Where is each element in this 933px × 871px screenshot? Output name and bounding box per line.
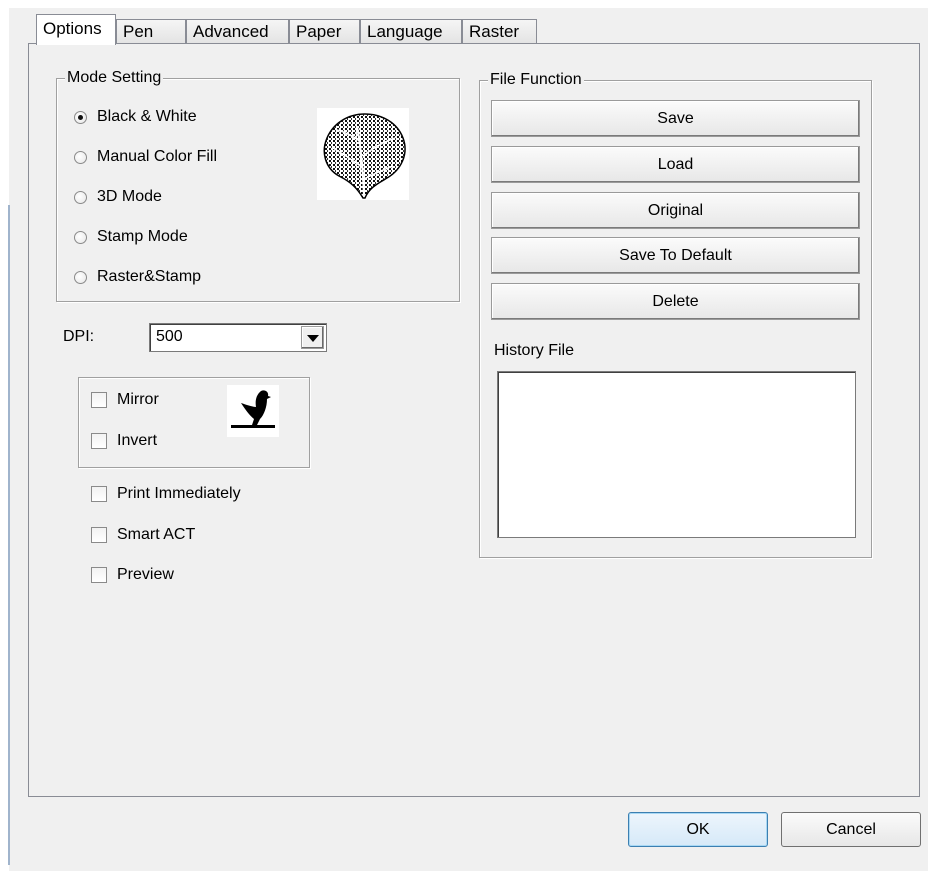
radio-button[interactable] xyxy=(74,150,87,164)
history-file-label: History File xyxy=(494,342,575,359)
load-button[interactable]: Load xyxy=(491,146,860,183)
radio-button[interactable] xyxy=(74,190,87,204)
mode-black-white[interactable]: Black & White xyxy=(74,107,197,127)
file-function-title: File Function xyxy=(488,70,584,90)
checkbox-box[interactable] xyxy=(91,486,107,502)
checkbox-label: Mirror xyxy=(117,391,159,408)
radio-label: Raster&Stamp xyxy=(97,268,202,285)
right-edge xyxy=(928,0,933,871)
mode-3d[interactable]: 3D Mode xyxy=(74,187,162,207)
dpi-select[interactable]: 500 xyxy=(149,323,327,352)
radio-button[interactable] xyxy=(74,270,87,284)
checkbox-label: Preview xyxy=(117,566,174,583)
tab-pen[interactable]: Pen xyxy=(116,19,186,43)
mode-setting-title: Mode Setting xyxy=(65,68,164,88)
tab-language[interactable]: Language xyxy=(360,19,462,43)
dpi-label: DPI: xyxy=(63,328,95,345)
checkbox-box[interactable] xyxy=(91,567,107,583)
radio-label: Stamp Mode xyxy=(97,228,188,245)
mode-raster-stamp[interactable]: Raster&Stamp xyxy=(74,267,201,287)
mode-stamp[interactable]: Stamp Mode xyxy=(74,227,188,247)
ok-button[interactable]: OK xyxy=(628,812,768,847)
checkbox-label: Invert xyxy=(117,432,158,449)
radio-label: Manual Color Fill xyxy=(97,148,218,165)
mode-manual-color-fill[interactable]: Manual Color Fill xyxy=(74,147,217,167)
leaf-sketch-icon xyxy=(317,108,409,200)
checkbox-box[interactable] xyxy=(91,392,107,408)
original-button[interactable]: Original xyxy=(491,192,860,229)
window-edge-accent xyxy=(8,205,10,865)
bird-silhouette-icon xyxy=(227,385,279,437)
top-edge xyxy=(0,0,933,8)
checkbox-box[interactable] xyxy=(91,527,107,543)
preview-checkbox[interactable]: Preview xyxy=(91,565,174,585)
delete-button[interactable]: Delete xyxy=(491,283,860,320)
smart-act-checkbox[interactable]: Smart ACT xyxy=(91,525,195,545)
cancel-button[interactable]: Cancel xyxy=(781,812,921,847)
history-file-list[interactable] xyxy=(497,371,856,538)
left-edge xyxy=(0,0,10,871)
settings-dialog: Options Pen Advanced Paper Language Rast… xyxy=(0,0,933,871)
radio-button[interactable] xyxy=(74,110,87,124)
tab-advanced[interactable]: Advanced xyxy=(186,19,289,43)
tab-raster[interactable]: Raster xyxy=(462,19,537,43)
checkbox-label: Print Immediately xyxy=(117,485,241,502)
tab-paper[interactable]: Paper xyxy=(289,19,360,43)
chevron-down-icon[interactable] xyxy=(301,326,324,349)
checkbox-box[interactable] xyxy=(91,433,107,449)
tab-options[interactable]: Options xyxy=(36,14,116,45)
radio-label: Black & White xyxy=(97,108,197,125)
save-to-default-button[interactable]: Save To Default xyxy=(491,237,860,274)
invert-checkbox[interactable]: Invert xyxy=(91,431,157,451)
dpi-value: 500 xyxy=(156,328,183,345)
radio-button[interactable] xyxy=(74,230,87,244)
radio-label: 3D Mode xyxy=(97,188,162,205)
save-button[interactable]: Save xyxy=(491,100,860,137)
checkbox-label: Smart ACT xyxy=(117,526,196,543)
mirror-checkbox[interactable]: Mirror xyxy=(91,390,159,410)
print-immediately-checkbox[interactable]: Print Immediately xyxy=(91,484,241,504)
